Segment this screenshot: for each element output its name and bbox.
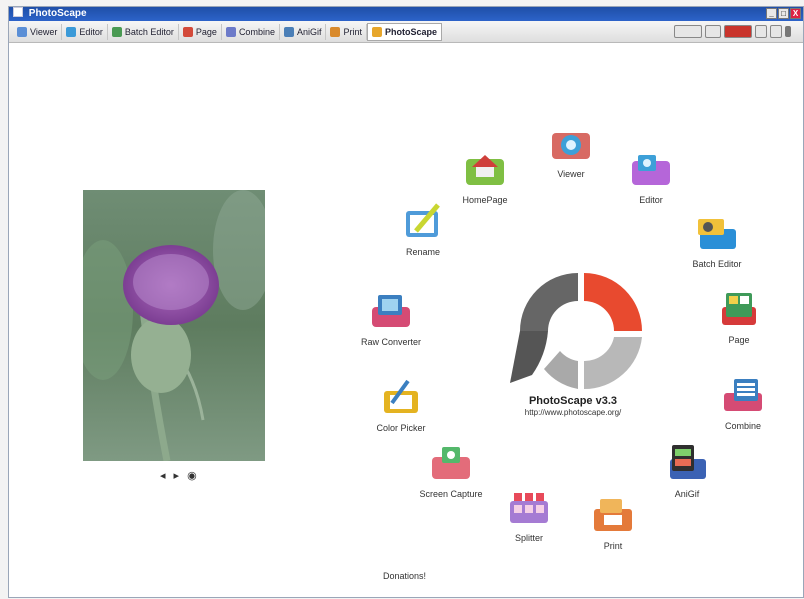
- app-icon: [13, 7, 23, 17]
- photo-controls: ◂ ▸ ◉: [160, 469, 197, 482]
- raw-converter-icon: [368, 291, 414, 333]
- tab-label: PhotoScape: [385, 27, 438, 37]
- tab-label: Batch Editor: [124, 27, 174, 37]
- tab-label: Editor: [79, 27, 103, 37]
- screen-capture-icon: [428, 443, 474, 485]
- tab-batch-editor[interactable]: Batch Editor: [108, 24, 179, 40]
- combine-icon: [720, 375, 766, 417]
- window-controls: _ □ X: [766, 8, 801, 19]
- viewer-icon: [548, 123, 594, 165]
- next-photo-icon[interactable]: ▸: [174, 469, 180, 482]
- viewer-item[interactable]: Viewer: [526, 123, 616, 179]
- app-window: PhotoScape _ □ X Viewer Editor Batch Edi…: [8, 6, 804, 598]
- print-icon: [590, 495, 636, 537]
- photoscape-icon: [372, 27, 382, 37]
- batch-editor-icon: [694, 213, 740, 255]
- tab-print[interactable]: Print: [326, 24, 367, 40]
- tab-combine[interactable]: Combine: [222, 24, 280, 40]
- window-layout-icon[interactable]: [705, 25, 721, 38]
- tab-label: Page: [195, 27, 217, 37]
- rename-icon: [400, 201, 446, 243]
- info-icon[interactable]: [785, 26, 791, 37]
- app-name: PhotoScape v3.3: [528, 395, 618, 407]
- tab-label: Combine: [238, 27, 275, 37]
- anigif-icon: [664, 443, 710, 485]
- homepage-icon: [462, 149, 508, 191]
- minimize-button[interactable]: _: [766, 8, 777, 19]
- page-icon: [182, 27, 193, 37]
- small-window-icon[interactable]: [755, 25, 767, 38]
- anigif-item[interactable]: AniGif: [642, 443, 732, 499]
- tab-label: Print: [343, 27, 362, 37]
- view-photo-icon[interactable]: ◉: [187, 469, 197, 482]
- batch-editor-icon: [111, 27, 122, 37]
- donation-link[interactable]: Donations!: [383, 571, 426, 581]
- settings-icon[interactable]: [770, 25, 782, 38]
- viewer-icon: [17, 27, 27, 37]
- splitter-item[interactable]: Splitter: [484, 487, 574, 543]
- tab-photoscape[interactable]: PhotoScape: [367, 23, 443, 41]
- anigif-icon: [283, 27, 294, 37]
- tab-bar: Viewer Editor Batch Editor Page Combine …: [9, 21, 803, 43]
- tab-anigif[interactable]: AniGif: [280, 24, 327, 40]
- toolbar-icons: [674, 25, 791, 38]
- editor-item[interactable]: Editor: [606, 149, 696, 205]
- title-bar: PhotoScape _ □ X: [9, 7, 803, 21]
- thistle-photo: [83, 190, 265, 461]
- display-mode-icon[interactable]: [674, 25, 702, 38]
- editor-icon: [66, 27, 77, 37]
- screen-capture-item[interactable]: Screen Capture: [406, 443, 496, 499]
- window-title: PhotoScape: [28, 8, 87, 19]
- maximize-button[interactable]: □: [778, 8, 789, 19]
- homepage-url[interactable]: http://www.photoscape.org/: [485, 408, 661, 417]
- prev-photo-icon[interactable]: ◂: [160, 469, 166, 482]
- combine-icon: [225, 27, 236, 37]
- print-item[interactable]: Print: [568, 495, 658, 551]
- close-button[interactable]: X: [790, 8, 801, 19]
- combine-item[interactable]: Combine: [698, 375, 788, 431]
- page-item[interactable]: Page: [694, 289, 784, 345]
- rename-item[interactable]: Rename: [378, 201, 468, 257]
- tab-list: Viewer Editor Batch Editor Page Combine …: [13, 23, 443, 41]
- batch-editor-item[interactable]: Batch Editor: [672, 213, 762, 269]
- tab-label: AniGif: [296, 27, 322, 37]
- logo-text: PhotoScape v3.3 http://www.photoscape.or…: [485, 395, 661, 417]
- featured-photo[interactable]: [83, 190, 265, 461]
- photoscape-logo[interactable]: [502, 265, 644, 395]
- help-badge-icon[interactable]: [724, 25, 752, 38]
- editor-icon: [628, 149, 674, 191]
- tab-editor[interactable]: Editor: [62, 24, 108, 40]
- tab-page[interactable]: Page: [179, 24, 222, 40]
- home-panel: ◂ ▸ ◉ PhotoScape v3.3 http://www.photosc…: [9, 43, 803, 597]
- color-picker-item[interactable]: Color Picker: [356, 377, 446, 433]
- color-picker-icon: [378, 377, 424, 419]
- tab-viewer[interactable]: Viewer: [13, 24, 63, 40]
- homepage-item[interactable]: HomePage: [440, 149, 530, 205]
- print-icon: [330, 27, 341, 37]
- tab-label: Viewer: [30, 27, 58, 37]
- splitter-icon: [506, 487, 552, 529]
- raw-converter-item[interactable]: Raw Converter: [346, 291, 436, 347]
- page-icon: [716, 289, 762, 331]
